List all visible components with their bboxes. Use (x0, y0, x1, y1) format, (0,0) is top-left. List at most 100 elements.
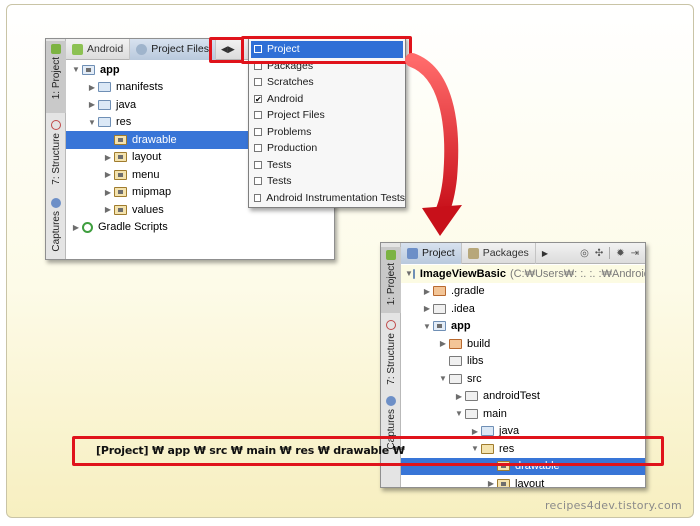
tree-label: java (116, 98, 137, 111)
side-tab-structure-label: 7: Structure (50, 133, 62, 185)
tree-label: layout (132, 151, 162, 164)
hide-icon[interactable]: ⇥ (631, 248, 639, 259)
folder-icon (98, 99, 111, 110)
tree-label: src (467, 372, 482, 385)
menu-item-android[interactable]: ✔ Android (249, 91, 405, 108)
collapse-arrow-icon[interactable]: ▶ (437, 339, 449, 348)
side-tool-strip: 1: Project 7: Structure Captures (46, 39, 66, 259)
structure-icon (386, 320, 396, 330)
checkbox-checked-icon: ✔ (254, 94, 262, 104)
expand-arrow-icon[interactable]: ▼ (405, 269, 413, 278)
side-tab-project[interactable]: 1: Project (381, 247, 401, 313)
expand-arrow-icon[interactable]: ▼ (421, 322, 433, 331)
module-folder-icon (82, 64, 95, 75)
menu-item-tests-2[interactable]: Tests (249, 173, 405, 190)
project-view-icon (407, 247, 418, 259)
menu-item-problems[interactable]: Problems (249, 124, 405, 141)
collapse-arrow-icon[interactable]: ▶ (102, 170, 114, 179)
scroll-from-source-icon[interactable]: ◎ (580, 248, 589, 259)
tab-project-files[interactable]: Project Files (130, 39, 216, 60)
resource-folder-icon (114, 152, 127, 163)
checkbox-icon (254, 78, 262, 87)
tool-window-actions: ◎ ✣ ✹ ⇥ (580, 247, 645, 259)
project-tool-icon (51, 44, 61, 54)
expand-arrow-icon[interactable]: ▼ (70, 65, 82, 74)
collapse-arrow-icon[interactable]: ▶ (421, 304, 433, 313)
menu-item-tests[interactable]: Tests (249, 157, 405, 174)
side-tab-captures[interactable]: Captures (46, 195, 66, 259)
tree-row-layout[interactable]: ▶ layout (401, 475, 645, 488)
tab-android[interactable]: Android (66, 39, 131, 60)
menu-item-label: Tests (267, 175, 292, 188)
checkbox-icon (254, 177, 262, 186)
expand-arrow-icon[interactable]: ▼ (86, 118, 98, 127)
menu-item-project-files[interactable]: Project Files (249, 107, 405, 124)
menu-item-label: Android Instrumentation Tests (266, 191, 405, 204)
watermark-text: recipes4dev.tistory.com (544, 499, 682, 512)
side-tab-project[interactable]: 1: Project (46, 41, 66, 113)
menu-item-label: Scratches (267, 76, 314, 89)
tree-row-build[interactable]: ▶ build (401, 335, 645, 353)
tree-label: .idea (451, 302, 475, 315)
more-tabs-button[interactable]: ▶ (536, 243, 554, 264)
expand-arrow-icon[interactable]: ▼ (437, 374, 449, 383)
resource-folder-icon (114, 187, 127, 198)
tree-label: layout (515, 477, 545, 488)
collapse-arrow-icon[interactable]: ▶ (485, 479, 497, 487)
tree-row-gradle-scripts[interactable]: ▶ Gradle Scripts (66, 219, 334, 237)
tree-row-libs[interactable]: libs (401, 353, 645, 371)
tab-project[interactable]: Project (401, 243, 462, 264)
collapse-arrow-icon[interactable]: ▶ (70, 223, 82, 232)
resource-folder-icon (114, 204, 127, 215)
tree-row-app[interactable]: ▼ app (401, 318, 645, 336)
chevron-right-icon: ▶ (541, 248, 548, 258)
side-tab-project-label: 1: Project (385, 263, 397, 306)
expand-arrow-icon[interactable]: ▼ (453, 409, 465, 418)
menu-item-scratches[interactable]: Scratches (249, 74, 405, 91)
menu-item-production[interactable]: Production (249, 140, 405, 157)
tab-packages[interactable]: Packages (462, 243, 536, 264)
tree-label: libs (467, 355, 484, 368)
source-folder-icon (481, 426, 494, 437)
tab-android-label: Android (87, 43, 124, 55)
tree-row-main[interactable]: ▼ main (401, 405, 645, 423)
tree-label: values (132, 203, 164, 216)
captures-icon (386, 396, 396, 406)
path-label: [Project] ₩ app ₩ src ₩ main ₩ res ₩ dra… (96, 444, 405, 457)
side-tab-captures-label: Captures (50, 211, 62, 252)
collapse-arrow-icon[interactable]: ▶ (102, 153, 114, 162)
tree-row-src[interactable]: ▼ src (401, 370, 645, 388)
tree-label: res (116, 116, 132, 129)
folder-icon (433, 303, 446, 314)
collapse-arrow-icon[interactable]: ▶ (453, 392, 465, 401)
gear-icon[interactable]: ✹ (616, 248, 624, 259)
collapse-arrow-icon[interactable]: ▶ (102, 205, 114, 214)
folder-icon (449, 373, 462, 384)
toolbar-separator (609, 247, 611, 259)
collapse-all-icon[interactable]: ✣ (595, 248, 603, 259)
side-tab-structure[interactable]: 7: Structure (381, 317, 401, 397)
tree-label: manifests (116, 81, 164, 94)
menu-item-android-instrumentation-tests[interactable]: Android Instrumentation Tests (249, 190, 405, 207)
collapse-arrow-icon[interactable]: ▶ (102, 188, 114, 197)
tree-label: build (467, 337, 491, 350)
tree-row-androidtest[interactable]: ▶ androidTest (401, 388, 645, 406)
project-folder-icon (412, 268, 415, 279)
collapse-arrow-icon[interactable]: ▶ (86, 83, 98, 92)
collapse-arrow-icon[interactable]: ▶ (421, 287, 433, 296)
folder-icon (465, 408, 478, 419)
tree-row-root[interactable]: ▼ ImageViewBasic (C:₩Users₩: :. :. :₩And… (401, 265, 645, 283)
collapse-arrow-icon[interactable]: ▶ (86, 100, 98, 109)
folder-icon (449, 356, 462, 367)
side-tab-structure[interactable]: 7: Structure (46, 117, 66, 199)
checkbox-icon (254, 193, 262, 202)
resource-folder-icon (114, 134, 127, 145)
tree-row-gradle[interactable]: ▶ .gradle (401, 283, 645, 301)
menu-item-label: Problems (267, 125, 312, 138)
tab-project-files-label: Project Files (151, 43, 209, 55)
tree-root-path: (C:₩Users₩: :. :. :₩AndroidSt (509, 267, 646, 280)
checkbox-icon (254, 111, 262, 120)
tree-row-idea[interactable]: ▶ .idea (401, 300, 645, 318)
collapse-arrow-icon[interactable]: ▶ (469, 427, 481, 436)
excluded-folder-icon (449, 338, 462, 349)
